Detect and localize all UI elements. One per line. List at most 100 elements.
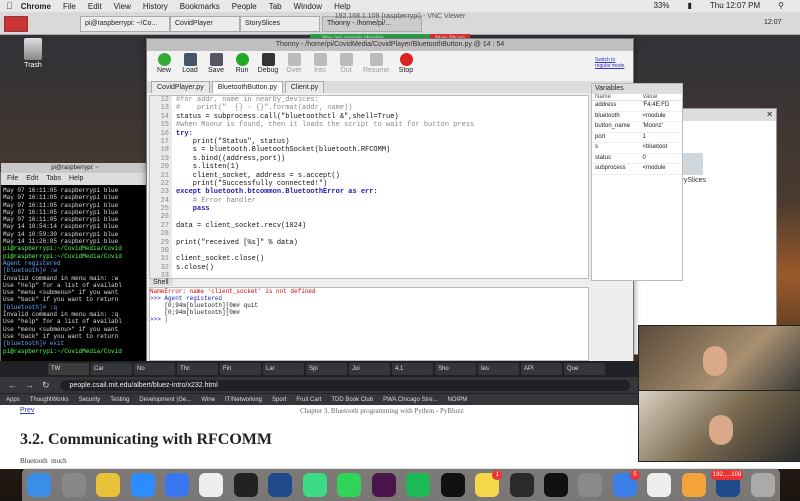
preferences-icon[interactable] <box>578 472 603 497</box>
menu-tab[interactable]: Tab <box>269 2 282 11</box>
shell-tab[interactable]: Shell <box>149 279 173 286</box>
variable-row[interactable]: s <bluetoot <box>592 143 682 154</box>
textedit-icon[interactable] <box>199 472 224 497</box>
messages-icon[interactable] <box>337 472 362 497</box>
step-into-button[interactable]: Into <box>309 51 331 81</box>
slack-icon[interactable] <box>371 472 396 497</box>
step-out-button[interactable]: Out <box>335 51 357 81</box>
bookmark-item[interactable]: IT/Networking <box>225 397 262 403</box>
tab-client[interactable]: Client.py <box>284 81 325 93</box>
rm-icon[interactable] <box>544 472 569 497</box>
chrome-icon[interactable] <box>96 472 121 497</box>
trash[interactable]: Trash <box>18 38 48 69</box>
preview-icon[interactable] <box>681 472 706 497</box>
reload-icon[interactable]: ↻ <box>42 380 50 391</box>
notes-icon[interactable]: 1 <box>475 469 503 497</box>
search-icon[interactable]: ⚲ <box>778 1 784 10</box>
run-button[interactable]: Run <box>231 51 253 81</box>
bookmark-item[interactable]: Sport <box>272 397 286 403</box>
bookmark-item[interactable]: Fruit Cart <box>296 397 321 403</box>
tab-covidplayer[interactable]: CovidPlayer.py <box>151 81 210 93</box>
bookmark-item[interactable]: NOIPM <box>448 397 468 403</box>
bookmark-item[interactable]: TDD Book Club <box>331 397 373 403</box>
intellij-icon[interactable] <box>233 472 258 497</box>
terminal-menu-tabs[interactable]: Tabs <box>46 175 61 182</box>
mail-icon[interactable]: 5 <box>612 469 640 497</box>
zoom-icon[interactable] <box>130 472 155 497</box>
menu-history[interactable]: History <box>143 2 168 11</box>
browser-tab[interactable]: Que <box>564 363 605 375</box>
variable-row[interactable]: address 'F4:4E:FD <box>592 101 682 112</box>
finder-icon[interactable] <box>27 472 52 497</box>
browser-tab[interactable]: Lar <box>263 363 304 375</box>
menu-help[interactable]: Help <box>334 2 350 11</box>
browser-tab[interactable]: TW <box>48 363 89 375</box>
terminal-menu-file[interactable]: File <box>7 175 18 182</box>
browser-tab[interactable]: 4.1 <box>392 363 433 375</box>
forward-icon[interactable]: → <box>25 380 34 390</box>
shell-panel[interactable]: NameError: name 'client_socket' is not d… <box>149 287 589 361</box>
folder-icon[interactable] <box>683 153 703 175</box>
taskbar-terminal[interactable]: pi@raspberrypi: ~/Co... <box>80 16 170 32</box>
bookmark-item[interactable]: Security <box>79 397 101 403</box>
code-editor[interactable]: 12 13 14 15 16 17 18 19 20 21 22 23 24 25 26 27 28 29 30 31… <box>149 95 589 279</box>
resume-button[interactable]: Resume <box>361 51 391 81</box>
bookmark-item[interactable]: ThoughtWorks <box>30 397 69 403</box>
browser-tab[interactable]: No <box>134 363 175 375</box>
tab-bluetoothbutton[interactable]: BluetoothButton.py <box>211 81 283 93</box>
close-icon[interactable]: ✕ <box>766 110 773 119</box>
browser-tab[interactable]: API <box>521 363 562 375</box>
switch-mode-link[interactable]: Switch to regular mode <box>595 57 625 69</box>
menu-file[interactable]: File <box>63 2 76 11</box>
browser-tab[interactable]: Car <box>91 363 132 375</box>
code-text[interactable]: #for addr, name in nearby_devices: # prin… <box>176 96 474 278</box>
browser-tab[interactable]: tes <box>478 363 519 375</box>
menu-people[interactable]: People <box>232 2 257 11</box>
terminal-output[interactable]: May 07 16:11:05 raspberrypi blue May 07 1… <box>1 185 149 357</box>
variable-row[interactable]: status 0 <box>592 154 682 164</box>
bookmark-item[interactable]: Development (Ge... <box>139 397 191 403</box>
bookmark-item[interactable]: Apps <box>6 397 20 403</box>
bookmark-item[interactable]: Wine <box>201 397 215 403</box>
launchpad-icon[interactable] <box>61 472 86 497</box>
raspberry-menu-icon[interactable] <box>4 16 28 32</box>
apple-icon[interactable]:  <box>6 1 13 11</box>
terminal-menu-edit[interactable]: Edit <box>26 175 38 182</box>
browser-tab[interactable]: Joi <box>349 363 390 375</box>
vnc-viewer-icon[interactable]: 192.....109 <box>710 469 744 497</box>
save-button[interactable]: Save <box>205 51 227 81</box>
spreadsheet-icon[interactable] <box>509 472 534 497</box>
debug-button[interactable]: Debug <box>257 51 279 81</box>
step-over-button[interactable]: Over <box>283 51 305 81</box>
bookmark-item[interactable]: Testing <box>110 397 129 403</box>
browser-tab[interactable]: Fin <box>220 363 261 375</box>
battery-icon[interactable]: ▮ <box>687 1 691 10</box>
menu-view[interactable]: View <box>114 2 131 11</box>
address-bar[interactable]: people.csail.mit.edu/albert/bluez-intro/… <box>59 379 630 391</box>
calendar-icon[interactable] <box>647 472 672 497</box>
stop-button[interactable]: Stop <box>395 51 417 81</box>
trash-icon[interactable] <box>750 472 775 497</box>
browser-tab[interactable]: Sho <box>435 363 476 375</box>
clock[interactable]: Thu 12:07 PM <box>710 1 760 10</box>
android-studio-icon[interactable] <box>302 472 327 497</box>
variable-row[interactable]: port 1 <box>592 133 682 143</box>
menu-window[interactable]: Window <box>294 2 322 11</box>
prev-link[interactable]: Prev <box>20 407 34 414</box>
vnc-icon[interactable] <box>268 472 293 497</box>
app-menu[interactable]: Chrome <box>21 2 51 11</box>
signal-icon[interactable] <box>165 472 190 497</box>
load-button[interactable]: Load <box>179 51 201 81</box>
browser-tab[interactable]: Spi <box>306 363 347 375</box>
variable-row[interactable]: subprocess <module <box>592 164 682 175</box>
terminal-icon[interactable] <box>440 472 465 497</box>
menu-bookmarks[interactable]: Bookmarks <box>180 2 220 11</box>
terminal-menu-help[interactable]: Help <box>69 175 83 182</box>
variable-row[interactable]: button_name 'Moonz' <box>592 122 682 133</box>
spotify-icon[interactable] <box>406 472 431 497</box>
variable-row[interactable]: bluetooth <module <box>592 112 682 122</box>
new-button[interactable]: New <box>153 51 175 81</box>
menu-edit[interactable]: Edit <box>88 2 102 11</box>
browser-tab[interactable]: Thc <box>177 363 218 375</box>
bookmark-item[interactable]: PWA Chicago Stre... <box>383 397 437 403</box>
